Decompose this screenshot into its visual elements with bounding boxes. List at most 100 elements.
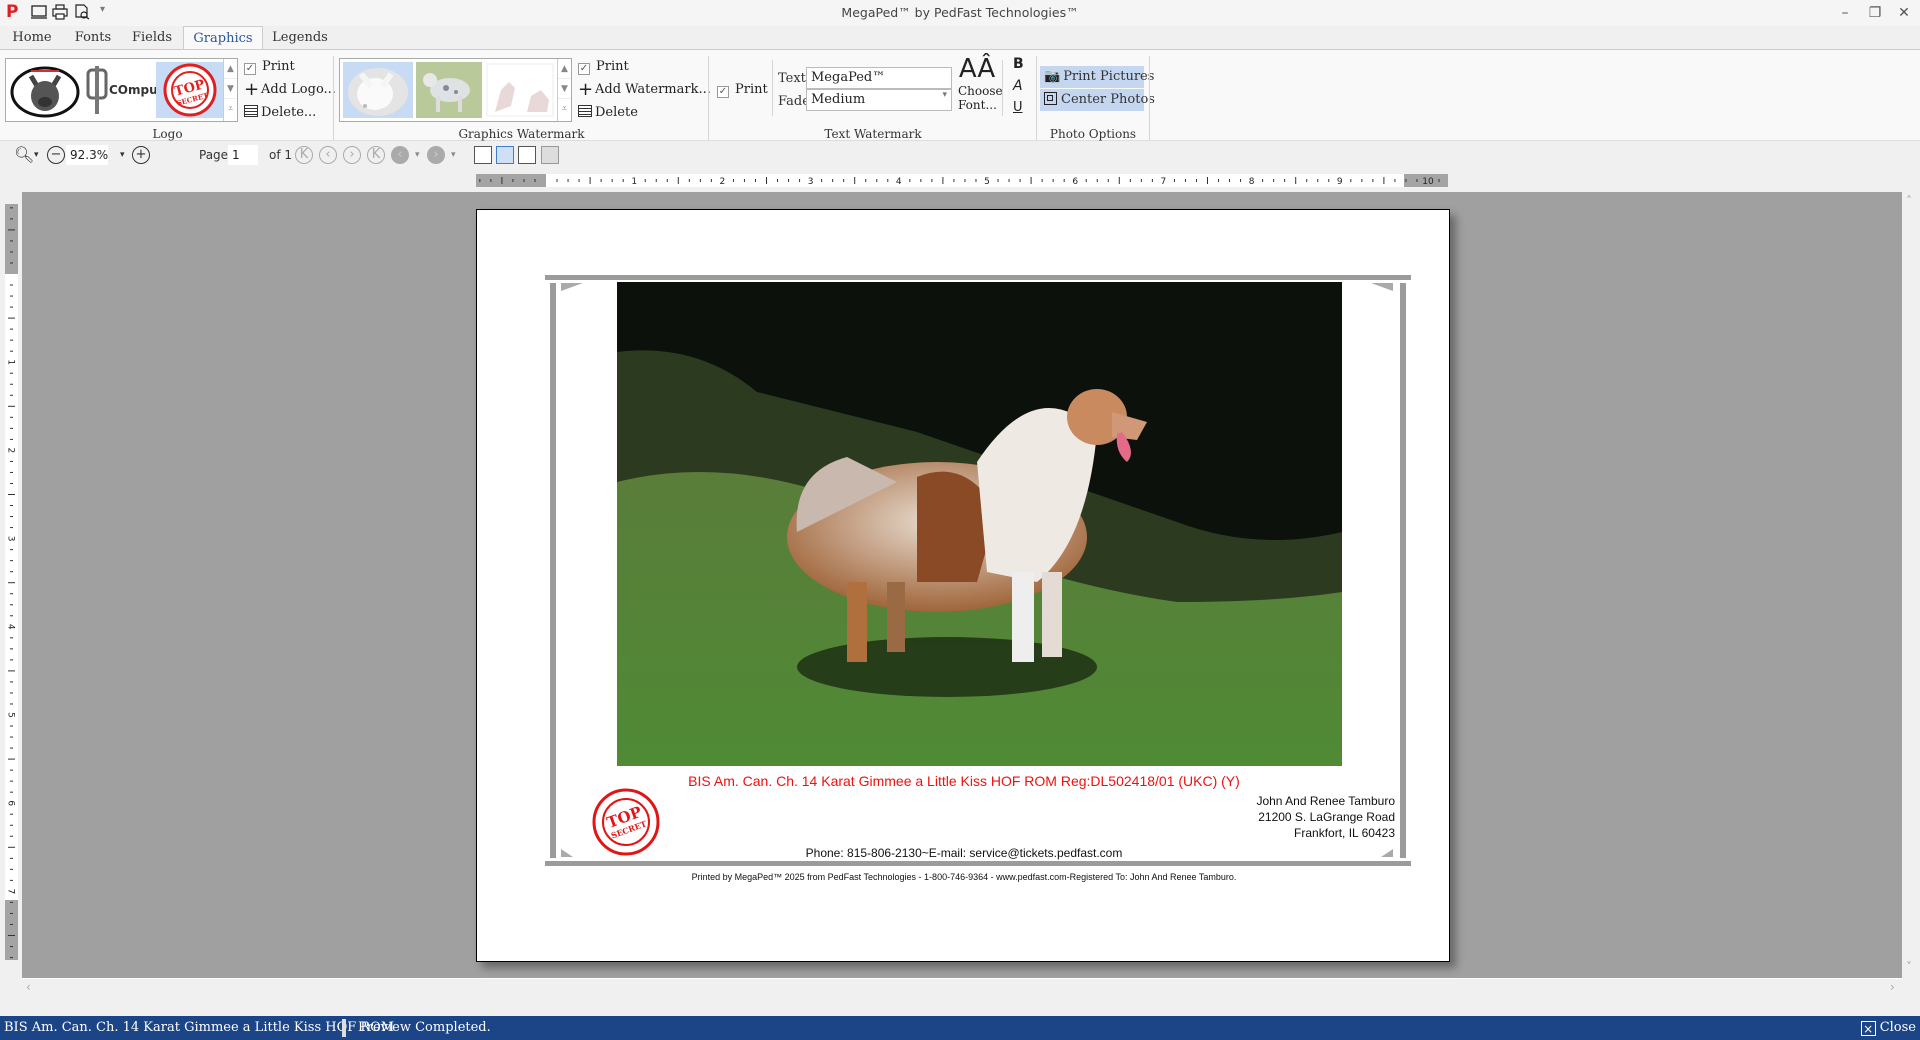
logo-thumbnail-bulldog[interactable] — [9, 62, 81, 118]
logo-thumbnail-compuped[interactable]: COmpuPe — [84, 62, 156, 118]
print-pictures-button[interactable]: 📷 Print Pictures — [1040, 66, 1154, 88]
horizontal-scrollbar[interactable]: ‹ › — [22, 978, 1902, 996]
gallery-up-icon[interactable]: ▲ — [224, 59, 237, 79]
group-separator — [708, 56, 709, 140]
plus-icon: + — [578, 79, 594, 100]
add-logo-button[interactable]: + Add Logo... — [244, 80, 336, 100]
gallery-down-icon[interactable]: ▼ — [558, 79, 571, 99]
choose-font-label: Choose Font... — [958, 84, 1003, 112]
scroll-right-icon[interactable]: › — [1890, 980, 1895, 994]
chevron-down-icon: ▾ — [942, 90, 947, 100]
last-page-icon[interactable]: K — [367, 146, 385, 164]
watermark-thumbnail-white-dog[interactable] — [343, 62, 413, 118]
multi-page-view-icon[interactable] — [541, 146, 559, 164]
gallery-expand-icon[interactable]: ⩡ — [224, 99, 237, 119]
underline-button[interactable]: U — [1013, 100, 1023, 120]
watermark-gallery[interactable]: ▲ ▼ ⩡ — [339, 58, 572, 122]
add-watermark-button[interactable]: + Add Watermark... — [578, 80, 711, 100]
watermark-print-label: Print — [596, 59, 629, 74]
history-back-dropdown-icon[interactable]: ▾ — [415, 145, 420, 165]
ruler-label: 1 — [631, 177, 637, 187]
logo-gallery[interactable]: COmpuPe TOPSECRET ▲ ▼ ⩡ — [5, 58, 238, 122]
vertical-scrollbar[interactable]: ˄ ˅ — [1902, 192, 1920, 978]
zoom-in-icon[interactable]: + — [132, 146, 150, 164]
page-number-input[interactable]: 1 — [228, 145, 258, 165]
choose-font-button[interactable]: AÂ Choose Font... — [958, 54, 1003, 134]
tab-fields[interactable]: Fields — [130, 26, 174, 50]
fade-select[interactable]: Medium ▾ — [806, 89, 952, 111]
restore-button[interactable]: ❐ — [1860, 2, 1890, 24]
delete-watermark-button[interactable]: Delete — [578, 103, 638, 123]
plus-icon: + — [244, 79, 260, 100]
tab-fonts[interactable]: Fonts — [70, 26, 116, 50]
zoom-dropdown-icon[interactable]: ▾ — [34, 145, 39, 165]
ruler-label: 7 — [1161, 177, 1167, 187]
delete-watermark-label: Delete — [595, 105, 638, 120]
ruler-label: 5 — [984, 177, 990, 187]
group-separator — [1149, 56, 1150, 140]
watermark-text-input[interactable]: MegaPed™ — [806, 67, 952, 89]
watermark-print-checkbox[interactable]: ✓ Print — [578, 57, 629, 77]
continuous-view-icon[interactable] — [496, 146, 514, 164]
australian-shepherd-photo — [617, 282, 1342, 766]
page-label: Page — [199, 148, 229, 162]
checkmark-icon: ✓ — [244, 63, 256, 75]
zoom-level-dropdown-icon[interactable]: ▾ — [120, 145, 125, 165]
history-forward-icon[interactable]: › — [427, 146, 445, 164]
logo-gallery-scroll[interactable]: ▲ ▼ ⩡ — [223, 59, 237, 121]
horizontal-ruler: 1 2 3 4 5 6 7 8 9 10 — [476, 174, 1448, 187]
tab-home[interactable]: Home — [6, 26, 58, 50]
zoom-out-icon[interactable]: − — [47, 146, 65, 164]
next-page-icon[interactable]: › — [343, 146, 361, 164]
logo-print-checkbox[interactable]: ✓ Print — [244, 57, 295, 77]
single-page-view-icon[interactable] — [474, 146, 492, 164]
logo-thumbnail-top-secret[interactable]: TOP SECRET — [156, 62, 224, 118]
ruler-label: 4 — [6, 624, 16, 630]
italic-button[interactable]: A — [1013, 78, 1023, 98]
text-watermark-print-checkbox[interactable]: ✓ Print — [717, 80, 768, 100]
history-back-icon[interactable]: ‹ — [391, 146, 409, 164]
title-bar: P ▾ MegaPed™ by PedFast Technologies™ – … — [0, 0, 1920, 26]
watermark-thumbnail-silhouettes[interactable] — [485, 62, 555, 118]
watermark-thumbnail-aussie[interactable] — [416, 62, 482, 118]
first-page-icon[interactable]: K — [295, 146, 313, 164]
delete-table-icon — [244, 105, 258, 117]
ruler-label: 2 — [6, 448, 16, 454]
printed-by-footer: Printed by MegaPed™ 2025 from PedFast Te… — [691, 872, 1237, 882]
preview-toolbar: 🔍︎ ▾ − 92.3% ▾ + Page 1 of 1 K ‹ › K ‹ ▾… — [0, 141, 1920, 169]
bold-button[interactable]: B — [1013, 56, 1024, 76]
photo-options-group-label: Photo Options — [1049, 127, 1137, 141]
add-watermark-label: Add Watermark... — [595, 82, 711, 97]
previous-page-icon[interactable]: ‹ — [319, 146, 337, 164]
zoom-in-magnifier-icon[interactable]: 🔍︎ — [14, 145, 34, 165]
ruler-label: 1 — [6, 359, 16, 365]
watermark-gallery-scroll[interactable]: ▲ ▼ ⩡ — [557, 59, 571, 121]
ribbon: COmpuPe TOPSECRET ▲ ▼ ⩡ ✓Print +Add Logo… — [0, 49, 1920, 141]
center-photos-button[interactable]: Center Photos — [1040, 89, 1155, 111]
tab-graphics[interactable]: Graphics — [183, 26, 263, 50]
camera-icon: 📷 — [1044, 69, 1061, 84]
gallery-down-icon[interactable]: ▼ — [224, 79, 237, 99]
ruler-label: 5 — [6, 712, 16, 718]
gallery-up-icon[interactable]: ▲ — [558, 59, 571, 79]
page-count-label: of 1 — [269, 148, 293, 162]
owner-name: John And Renee Tamburo — [1256, 794, 1395, 808]
add-logo-label: Add Logo... — [261, 82, 336, 97]
two-page-view-icon[interactable] — [518, 146, 536, 164]
close-preview-button[interactable]: × Close — [1860, 1016, 1916, 1040]
minimize-button[interactable]: – — [1830, 2, 1860, 24]
history-forward-dropdown-icon[interactable]: ▾ — [451, 145, 456, 165]
window-title: MegaPed™ by PedFast Technologies™ — [841, 5, 1079, 20]
preview-workspace: BIS Am. Can. Ch. 14 Karat Gimmee a Littl… — [22, 192, 1902, 978]
tab-legends[interactable]: Legends — [270, 26, 330, 50]
scroll-up-icon[interactable]: ˄ — [1906, 194, 1912, 208]
close-window-button[interactable]: ✕ — [1889, 2, 1919, 24]
zoom-input[interactable]: 92.3% — [66, 145, 108, 165]
text-watermark-group-label: Text Watermark — [824, 127, 922, 141]
ruler-label: 6 — [6, 800, 16, 806]
close-label: Close — [1879, 1020, 1916, 1035]
scroll-left-icon[interactable]: ‹ — [26, 980, 31, 994]
gallery-expand-icon[interactable]: ⩡ — [558, 99, 571, 119]
scroll-down-icon[interactable]: ˅ — [1906, 960, 1912, 974]
delete-logo-button[interactable]: Delete... — [244, 103, 316, 123]
